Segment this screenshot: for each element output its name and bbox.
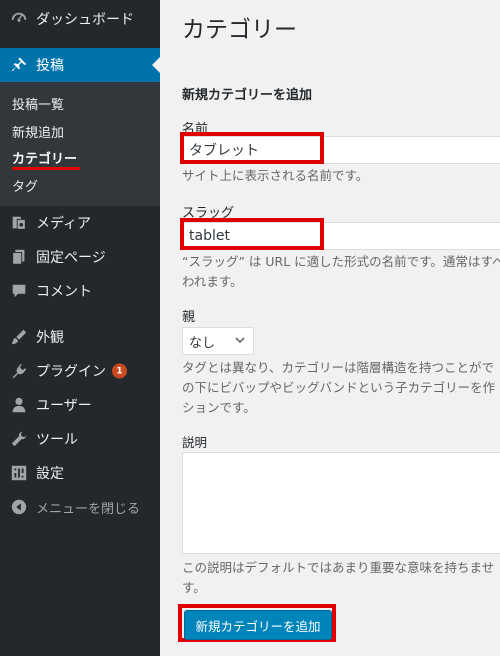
main-content: カテゴリー 新規カテゴリーを追加 名前 タブレット サイト上に表示される名前です… bbox=[160, 0, 500, 656]
menu-comments[interactable]: コメント bbox=[0, 274, 160, 308]
settings-icon bbox=[9, 463, 29, 483]
posts-submenu: 投稿一覧 新規追加 カテゴリー タグ bbox=[0, 82, 160, 206]
submenu-tags[interactable]: タグ bbox=[12, 176, 38, 195]
menu-appearance-label: 外観 bbox=[36, 330, 64, 346]
menu-dashboard[interactable]: ダッシュボード bbox=[0, 2, 160, 36]
brush-icon bbox=[9, 327, 29, 347]
collapse-icon bbox=[9, 497, 29, 517]
admin-sidebar: ダッシュボード 投稿 投稿一覧 新規追加 カテゴリー タグ メディア 固定ページ… bbox=[0, 0, 160, 656]
name-highlight-box bbox=[180, 132, 324, 164]
slug-highlight-box bbox=[180, 218, 324, 250]
menu-tools-label: ツール bbox=[36, 432, 78, 448]
submenu-categories[interactable]: カテゴリー bbox=[12, 148, 77, 167]
slug-help-line2: われます。 bbox=[182, 274, 243, 289]
menu-users-label: ユーザー bbox=[36, 398, 92, 414]
menu-plugins-label: プラグイン bbox=[36, 364, 106, 380]
menu-pages[interactable]: 固定ページ bbox=[0, 240, 160, 274]
parent-select-value: なし bbox=[189, 335, 216, 351]
add-category-button[interactable]: 新規カテゴリーを追加 bbox=[184, 610, 332, 640]
comment-icon bbox=[9, 281, 29, 301]
dashboard-icon bbox=[9, 9, 29, 29]
menu-settings[interactable]: 設定 bbox=[0, 456, 160, 490]
collapse-menu[interactable]: メニューを閉じる bbox=[0, 490, 160, 524]
plugin-icon bbox=[9, 361, 29, 381]
submenu-add-new[interactable]: 新規追加 bbox=[12, 122, 64, 141]
menu-settings-label: 設定 bbox=[36, 466, 64, 482]
parent-label: 親 bbox=[182, 310, 196, 325]
media-icon bbox=[9, 213, 29, 233]
description-help-line1: この説明はデフォルトではあまり重要な意味を持ちませ bbox=[182, 560, 495, 575]
submenu-all-posts[interactable]: 投稿一覧 bbox=[12, 94, 64, 113]
add-category-heading: 新規カテゴリーを追加 bbox=[182, 88, 313, 103]
user-icon bbox=[9, 395, 29, 415]
menu-tools[interactable]: ツール bbox=[0, 422, 160, 456]
description-label: 説明 bbox=[182, 435, 208, 450]
menu-media[interactable]: メディア bbox=[0, 206, 160, 240]
description-help-line2: す。 bbox=[182, 580, 206, 595]
menu-pages-label: 固定ページ bbox=[36, 250, 106, 266]
menu-dashboard-label: ダッシュボード bbox=[36, 12, 134, 28]
current-item-underline bbox=[12, 167, 80, 170]
slug-help-line1: “スラッグ” は URL に適した形式の名前です。通常はすべ bbox=[182, 254, 500, 269]
menu-comments-label: コメント bbox=[36, 284, 92, 300]
parent-help-line1: タグとは異なり、カテゴリーは階層構造を持つことがで bbox=[182, 360, 495, 375]
collapse-menu-label: メニューを閉じる bbox=[36, 501, 141, 517]
menu-posts[interactable]: 投稿 bbox=[0, 48, 160, 82]
menu-media-label: メディア bbox=[36, 216, 92, 232]
parent-help-line2: の下にビバップやビッグバンドという子カテゴリーを作 bbox=[182, 380, 496, 395]
plugin-update-badge: 1 bbox=[112, 363, 127, 379]
name-help-text: サイト上に表示される名前です。 bbox=[182, 168, 369, 183]
menu-posts-label: 投稿 bbox=[36, 58, 64, 74]
parent-select[interactable]: なし bbox=[182, 327, 254, 355]
parent-help-line3: ションです。 bbox=[182, 400, 256, 415]
page-title: カテゴリー bbox=[182, 17, 297, 43]
menu-plugins[interactable]: プラグイン 1 bbox=[0, 354, 160, 388]
wrench-icon bbox=[9, 429, 29, 449]
menu-users[interactable]: ユーザー bbox=[0, 388, 160, 422]
chevron-down-icon bbox=[235, 336, 245, 347]
menu-appearance[interactable]: 外観 bbox=[0, 320, 160, 354]
pin-icon bbox=[9, 55, 29, 75]
active-indicator bbox=[152, 57, 160, 73]
pages-icon bbox=[9, 247, 29, 267]
description-textarea[interactable] bbox=[182, 452, 500, 554]
